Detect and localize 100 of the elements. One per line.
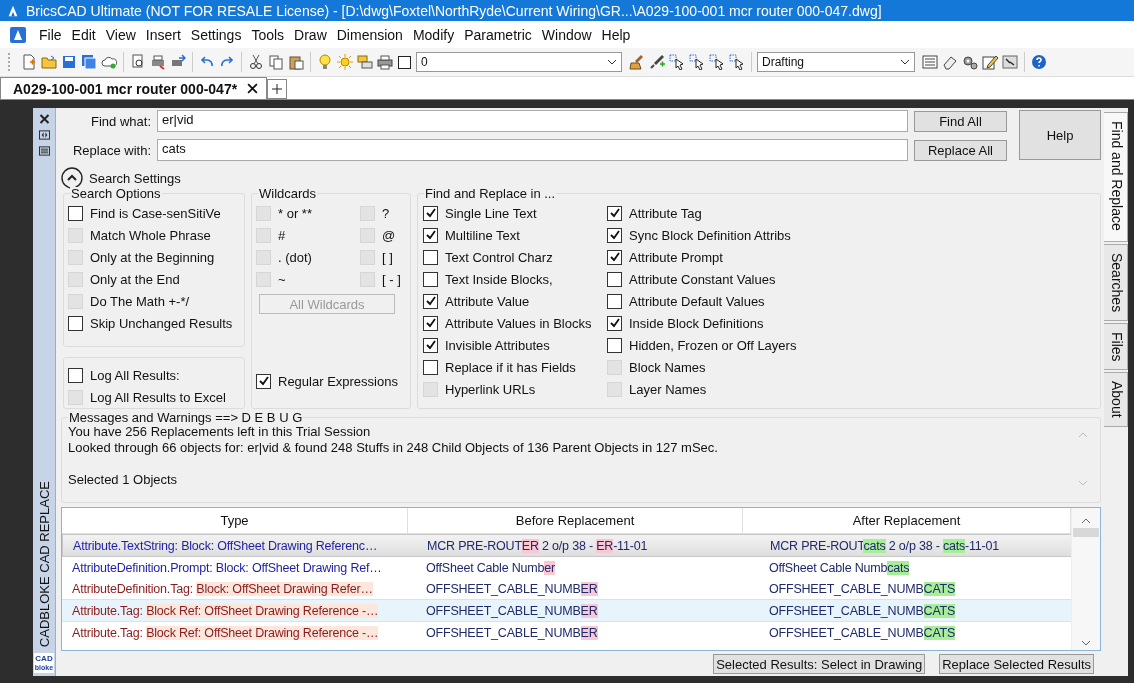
replace-all-button[interactable]: Replace All bbox=[914, 139, 1007, 161]
brush-icon[interactable] bbox=[628, 53, 646, 71]
checkbox[interactable] bbox=[423, 293, 438, 309]
menu-item[interactable]: Parametric bbox=[459, 26, 537, 43]
table-row[interactable]: Attribute.Tag: Block Ref: OffSheet Drawing Reference -… OFFSHEET_CABLE_NUMBER OFFSHEET_CABLE_NUMBCATS bbox=[62, 622, 1071, 643]
table-cell-text: AttributeDefinition.Tag: Block: OffSheet Drawing Refer… bbox=[71, 581, 374, 596]
table-row[interactable]: AttributeDefinition.Prompt: Block: OffSheet Drawing Ref… OffSheet Cable Number OffSheet Cable Numbcats bbox=[62, 557, 1071, 578]
checkbox[interactable] bbox=[423, 205, 438, 221]
side-tab[interactable]: About bbox=[1104, 372, 1128, 428]
checkbox[interactable] bbox=[607, 249, 622, 265]
table-cell-text: MCR PRE-ROUTcats 2 o/p 38 - cats-11-01 bbox=[769, 538, 1001, 553]
find-all-button[interactable]: Find All bbox=[914, 110, 1007, 132]
column-header[interactable]: Type bbox=[62, 508, 408, 533]
document-tab[interactable]: A029-100-001 mcr router 000-047* bbox=[0, 77, 268, 99]
message-text: Looked through 66 objects for: er|vid & found 248 Stuffs in 248 Child Objects of 136 Parent Objects in 127 mSec. bbox=[68, 440, 718, 456]
menu-item[interactable]: File bbox=[34, 26, 67, 43]
collapse-icon[interactable] bbox=[61, 167, 83, 189]
print-icon[interactable] bbox=[149, 53, 167, 71]
checkbox[interactable] bbox=[607, 337, 622, 353]
menu-item[interactable]: Insert bbox=[140, 26, 186, 43]
table-row[interactable]: AttributeDefinition.Tag: Block: OffSheet Drawing Refer… OFFSHEET_CABLE_NUMBER OFFSHEET_CABLE_NUMBCATS bbox=[62, 578, 1071, 599]
menu-item[interactable]: Tools bbox=[246, 26, 290, 43]
scissors-icon[interactable] bbox=[247, 53, 265, 71]
checkbox-label: Invisible Attributes bbox=[445, 337, 550, 353]
checkbox-label: Only at the Beginning bbox=[90, 249, 215, 265]
checkbox[interactable] bbox=[607, 293, 622, 309]
gears-icon[interactable] bbox=[961, 53, 979, 71]
resize-icon[interactable] bbox=[1001, 53, 1019, 71]
printer-icon[interactable] bbox=[376, 53, 394, 71]
menu-item[interactable]: Help bbox=[596, 26, 636, 43]
save-all-icon[interactable] bbox=[80, 53, 98, 71]
group-title: Messages and Warnings ==> D E B U G bbox=[68, 411, 304, 424]
app-icon[interactable] bbox=[10, 26, 26, 43]
menu-item[interactable]: Dimension bbox=[331, 26, 408, 43]
selection-icon[interactable] bbox=[708, 53, 726, 71]
new-tab-button[interactable] bbox=[267, 79, 288, 99]
checkbox[interactable] bbox=[68, 367, 83, 383]
save-icon[interactable] bbox=[60, 53, 78, 71]
side-tab[interactable]: Searches bbox=[1104, 243, 1128, 321]
copy-icon[interactable] bbox=[267, 53, 285, 71]
section-title: Search Settings bbox=[89, 170, 181, 186]
eyedropper-icon[interactable] bbox=[648, 53, 666, 71]
close-icon[interactable] bbox=[38, 114, 50, 124]
checkbox-label: Only at the End bbox=[90, 271, 180, 287]
checkbox-label: Attribute Constant Values bbox=[629, 271, 776, 287]
column-header[interactable]: Before Replacement bbox=[408, 508, 743, 533]
checkbox[interactable] bbox=[68, 315, 83, 331]
edit-icon[interactable] bbox=[981, 53, 999, 71]
new-file-icon[interactable] bbox=[20, 53, 38, 71]
checkbox[interactable] bbox=[607, 227, 622, 243]
workspace-dropdown[interactable]: Drafting bbox=[757, 52, 915, 72]
menu-item[interactable]: Window bbox=[536, 26, 597, 43]
scrollbar-thumb[interactable] bbox=[1073, 528, 1099, 537]
list-icon[interactable] bbox=[38, 146, 50, 156]
side-tab[interactable]: Find and Replace bbox=[1104, 112, 1128, 242]
checkbox[interactable] bbox=[423, 227, 438, 243]
layers-icon[interactable] bbox=[356, 53, 374, 71]
checkbox[interactable] bbox=[607, 205, 622, 221]
help-icon[interactable] bbox=[1030, 53, 1048, 71]
checkbox[interactable] bbox=[423, 249, 438, 265]
menu-item[interactable]: View bbox=[100, 26, 141, 43]
checkbox[interactable] bbox=[607, 271, 622, 287]
menu-item[interactable]: Modify bbox=[407, 26, 460, 43]
open-folder-icon[interactable] bbox=[40, 53, 58, 71]
status-text: Selected 1 Objects bbox=[68, 472, 178, 488]
menu-item[interactable]: Edit bbox=[66, 26, 101, 43]
checkbox[interactable] bbox=[423, 337, 438, 353]
scrollbar[interactable] bbox=[1071, 508, 1100, 650]
checkbox[interactable] bbox=[256, 373, 271, 389]
dock-icon[interactable] bbox=[38, 130, 50, 140]
selection-icon[interactable] bbox=[688, 53, 706, 71]
sun-icon[interactable] bbox=[336, 53, 354, 71]
checkbox[interactable] bbox=[423, 315, 438, 331]
checkbox[interactable] bbox=[68, 205, 83, 221]
checkbox[interactable] bbox=[423, 271, 438, 287]
action-button[interactable]: Replace Selected Results bbox=[939, 654, 1094, 674]
scroll-up-icon[interactable] bbox=[1081, 518, 1091, 524]
close-icon[interactable] bbox=[247, 83, 259, 94]
action-button[interactable]: Selected Results: Select in Drawing bbox=[713, 654, 926, 674]
replace-field[interactable]: cats bbox=[157, 139, 908, 161]
paste-icon[interactable] bbox=[287, 53, 305, 71]
checkbox-label: Match Whole Phrase bbox=[90, 227, 211, 243]
scroll-down-icon[interactable] bbox=[1081, 640, 1091, 646]
menu-item[interactable]: Draw bbox=[289, 26, 332, 43]
menu-item[interactable]: Settings bbox=[185, 26, 247, 43]
light-bulb-icon[interactable] bbox=[316, 53, 334, 71]
caret-icon bbox=[607, 59, 617, 65]
selection-icon[interactable] bbox=[728, 53, 746, 71]
help-button[interactable]: Help bbox=[1019, 110, 1101, 160]
checkbox-label: # bbox=[278, 227, 286, 243]
window-title: BricsCAD Ultimate (NOT FOR RESALE License) - [D:\dwg\Foxtel\NorthRyde\Current Wiring\GR...\A029-100-001 mcr router 000-047.dwg] bbox=[26, 2, 882, 19]
find-field[interactable]: er|vid bbox=[157, 110, 908, 132]
table-row[interactable]: Attribute.Tag: Block Ref: OffSheet Drawing Reference -… OFFSHEET_CABLE_NUMBER OFFSHEET_CABLE_NUMBCATS bbox=[62, 599, 1071, 622]
group-title: Wildcards bbox=[258, 187, 318, 200]
checkbox-label: Log All Results: bbox=[90, 367, 180, 383]
layer-dropdown[interactable]: 0 bbox=[416, 52, 622, 72]
selection-icon[interactable] bbox=[668, 53, 686, 71]
side-tab[interactable]: Files bbox=[1104, 322, 1128, 371]
checkbox[interactable] bbox=[423, 359, 438, 375]
checkbox[interactable] bbox=[607, 315, 622, 331]
